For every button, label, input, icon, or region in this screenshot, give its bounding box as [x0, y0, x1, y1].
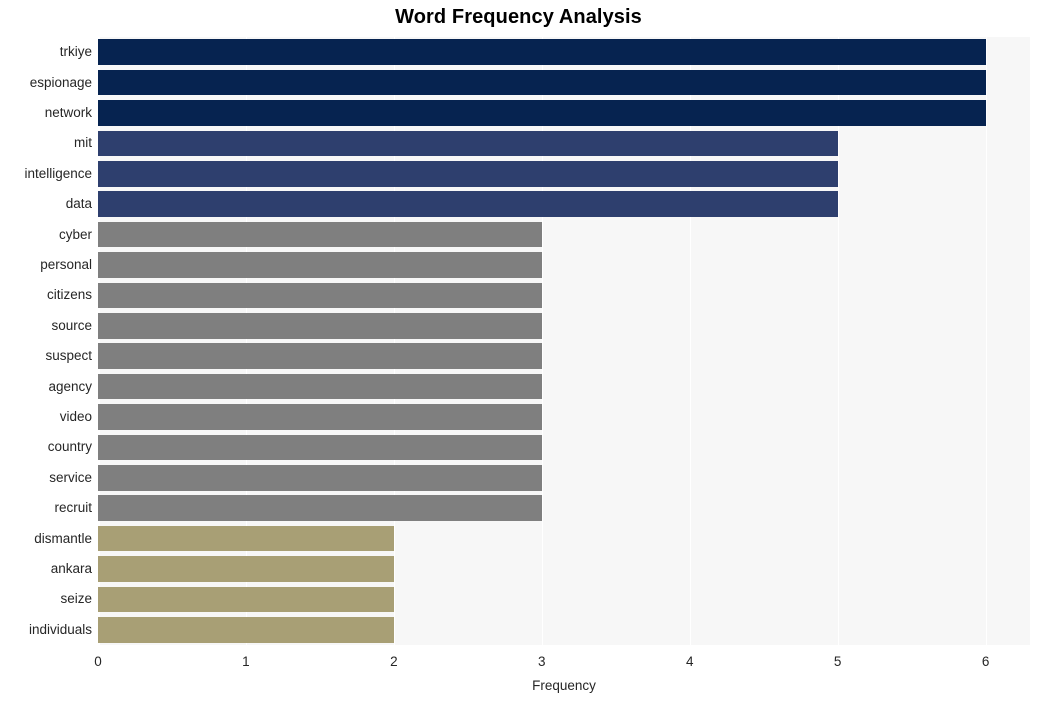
bar-seize [98, 586, 394, 613]
bar-row [98, 39, 1030, 66]
y-tick-label-source: source [51, 317, 92, 333]
bar-network [98, 100, 986, 126]
bar-row [98, 495, 1030, 522]
x-axis: Frequency 0 1 2 3 4 5 6 [0, 645, 1037, 701]
plot-area [98, 37, 1030, 645]
y-tick-label-citizens: citizens [46, 287, 92, 303]
y-tick-label-intelligence: intelligence [24, 165, 92, 181]
x-tick-label-1: 1 [242, 654, 250, 669]
bar-row [98, 282, 1030, 309]
bar-row [98, 221, 1030, 248]
bar-row [98, 69, 1030, 96]
bar-source [98, 312, 542, 339]
y-tick-label-network: network [44, 105, 92, 120]
x-tick-label-5: 5 [833, 654, 842, 669]
y-tick-label-mit: mit [74, 135, 92, 151]
x-tick-label-0: 0 [94, 654, 102, 669]
bar-recruit [98, 495, 542, 522]
bar-row [98, 312, 1030, 339]
y-tick-label-espionage: espionage [29, 74, 92, 90]
chart-title: Word Frequency Analysis [395, 6, 642, 28]
y-tick-label-trkiye: trkiye [59, 44, 92, 60]
y-tick-label-data: data [65, 196, 92, 212]
y-tick-label-dismantle: dismantle [34, 530, 92, 546]
bar-dismantle [98, 525, 394, 552]
y-axis-tick-labels: trkiye espionage network mit intelligence dat… [0, 37, 92, 645]
y-tick-label-ankara: ankara [50, 561, 92, 576]
y-tick-label-suspect: suspect [45, 348, 92, 364]
x-tick-label-6: 6 [981, 654, 990, 669]
bar-row [98, 343, 1030, 370]
y-tick-label-country: country [47, 439, 92, 455]
bar-service [98, 464, 542, 491]
bar-individuals [98, 616, 394, 643]
bar-row [98, 556, 1030, 582]
bar-row [98, 464, 1030, 491]
y-tick-label-seize: seize [60, 591, 92, 607]
x-tick-label-2: 2 [390, 654, 398, 669]
bar-citizens [98, 282, 542, 309]
bar-row [98, 252, 1030, 278]
bar-suspect [98, 343, 542, 370]
x-tick-label-3: 3 [538, 654, 546, 669]
bar-row [98, 616, 1030, 643]
bar-row [98, 191, 1030, 218]
bar-row [98, 404, 1030, 430]
bar-row [98, 525, 1030, 552]
bar-agency [98, 373, 542, 400]
y-tick-label-cyber: cyber [58, 226, 92, 242]
y-tick-label-video: video [59, 409, 92, 424]
y-tick-label-personal: personal [40, 257, 92, 272]
bar-personal [98, 252, 542, 278]
bar-intelligence [98, 160, 838, 187]
bar-row [98, 100, 1030, 126]
word-frequency-chart-figure: Word Frequency Analysis trkiye espionage n… [0, 0, 1037, 701]
x-tick-label-4: 4 [685, 654, 694, 669]
y-tick-label-recruit: recruit [54, 500, 92, 516]
bar-video [98, 404, 542, 430]
bar-data [98, 191, 838, 218]
bar-row [98, 130, 1030, 157]
bar-row [98, 586, 1030, 613]
bar-trkiye [98, 39, 986, 66]
bar-espionage [98, 69, 986, 96]
bar-row [98, 373, 1030, 400]
y-tick-label-agency: agency [48, 378, 92, 394]
bar-mit [98, 130, 838, 157]
bar-country [98, 434, 542, 461]
bar-ankara [98, 556, 394, 582]
x-axis-title: Frequency [532, 678, 596, 693]
bars-layer [98, 37, 1030, 645]
bar-row [98, 434, 1030, 461]
y-tick-label-service: service [49, 469, 92, 485]
bar-cyber [98, 221, 542, 248]
bar-row [98, 160, 1030, 187]
y-tick-label-individuals: individuals [28, 621, 92, 637]
